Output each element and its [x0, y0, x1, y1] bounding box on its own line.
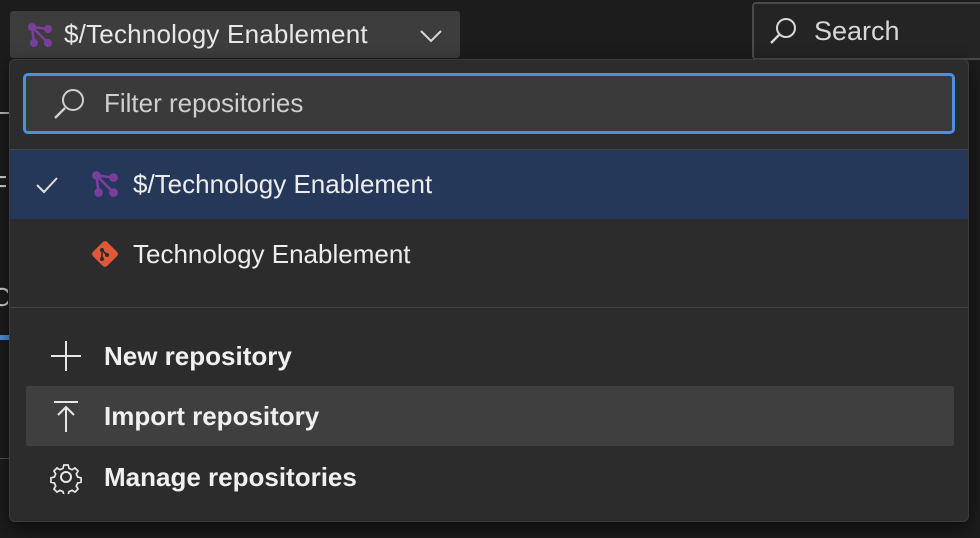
repository-option-tfvc[interactable]: $/Technology Enablement	[10, 150, 968, 219]
divider	[10, 307, 968, 308]
manage-repositories-label: Manage repositories	[104, 461, 357, 492]
global-search-label: Search	[814, 15, 900, 46]
repository-option-git[interactable]: Technology Enablement	[10, 220, 968, 289]
chevron-down-icon	[418, 23, 444, 54]
new-repository-label: New repository	[104, 340, 292, 371]
import-repository-button[interactable]: Import repository	[26, 386, 954, 446]
background-line-fragment	[0, 112, 9, 114]
import-repository-label: Import repository	[104, 400, 320, 431]
manage-repositories-button[interactable]: Manage repositories	[26, 447, 954, 507]
repository-selector-label: $/Technology Enablement	[64, 19, 368, 49]
repository-dropdown: $/Technology Enablement Technology Enabl…	[9, 59, 969, 522]
check-icon	[34, 172, 60, 203]
plus-icon	[49, 339, 83, 378]
filter-repositories-field[interactable]	[23, 73, 955, 134]
import-icon	[49, 399, 83, 438]
repository-option-label: $/Technology Enablement	[133, 169, 433, 199]
repository-selector[interactable]: $/Technology Enablement	[10, 11, 460, 58]
tfvc-repo-icon	[90, 169, 120, 204]
background-text-fragment: F	[0, 170, 6, 202]
search-icon	[52, 87, 86, 121]
filter-repositories-input[interactable]	[102, 87, 886, 120]
background-tab-underline	[0, 335, 9, 340]
search-icon	[768, 16, 798, 46]
background-divider	[0, 458, 9, 459]
repository-option-label: Technology Enablement	[133, 239, 411, 269]
global-search-box[interactable]: Search	[752, 2, 980, 60]
new-repository-button[interactable]: New repository	[26, 326, 954, 386]
tfvc-repo-icon	[26, 21, 54, 49]
gear-icon	[49, 460, 83, 499]
background-tab-fragment: Co	[0, 282, 8, 313]
git-repo-icon	[90, 239, 120, 274]
